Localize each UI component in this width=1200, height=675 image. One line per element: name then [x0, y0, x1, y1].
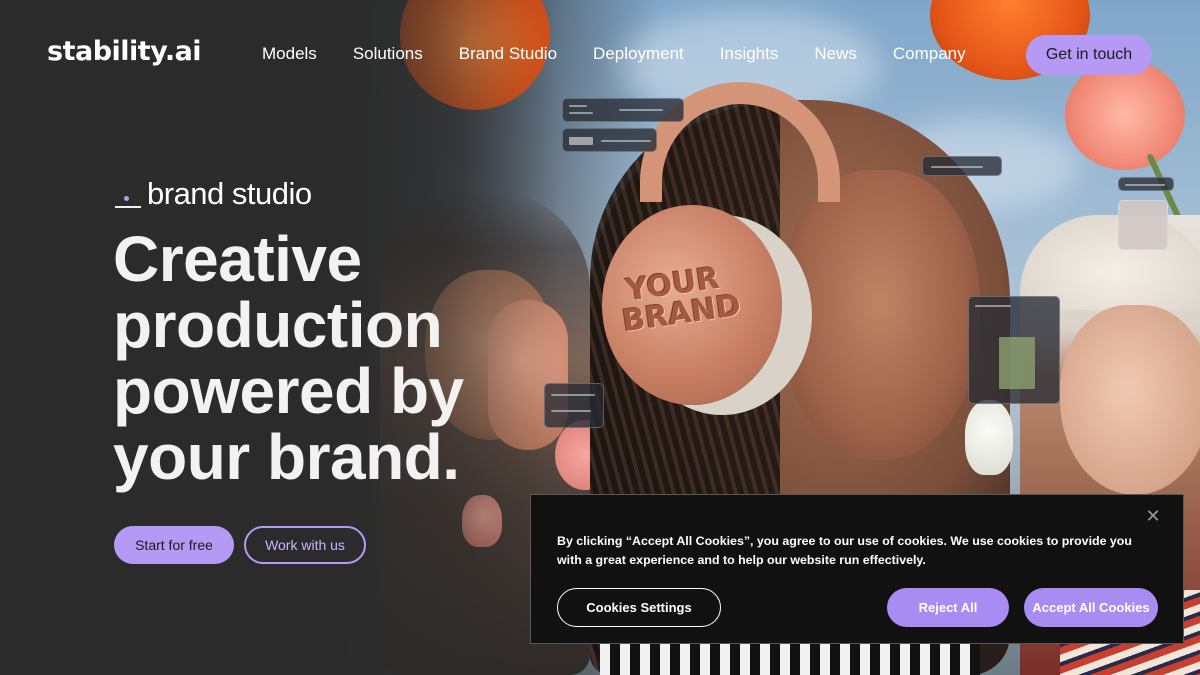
- nav-item-models[interactable]: Models: [262, 44, 317, 64]
- brand-studio-tag: brand studio: [115, 176, 312, 212]
- nav-item-insights[interactable]: Insights: [720, 44, 779, 64]
- stability-logo[interactable]: stability.ai: [47, 36, 202, 67]
- site-header: stability.ai Models Solutions Brand Stud…: [0, 0, 1200, 110]
- nav-item-news[interactable]: News: [814, 44, 857, 64]
- floating-ui-card: [922, 156, 1002, 176]
- nav-item-brand-studio[interactable]: Brand Studio: [459, 44, 557, 64]
- brand-studio-label: brand studio: [147, 176, 312, 211]
- person-face: [780, 170, 980, 460]
- card-text-line: [931, 166, 983, 168]
- card-text-line: [1125, 184, 1165, 186]
- main-nav: Models Solutions Brand Studio Deployment…: [262, 44, 1002, 64]
- cookies-settings-button[interactable]: Cookies Settings: [557, 588, 721, 627]
- nav-item-deployment[interactable]: Deployment: [593, 44, 684, 64]
- floating-ui-card: [968, 296, 1060, 404]
- card-text-line: [975, 305, 1011, 307]
- headphone-brand-text: YOUR BRAND: [616, 261, 743, 340]
- accept-all-cookies-button[interactable]: Accept All Cookies: [1024, 588, 1158, 627]
- cookie-message: By clicking “Accept All Cookies”, you ag…: [557, 534, 1132, 567]
- get-in-touch-button[interactable]: Get in touch: [1026, 35, 1152, 75]
- headline-line: production: [113, 289, 443, 361]
- floating-ui-thumbnail: [1118, 200, 1168, 250]
- reject-all-button[interactable]: Reject All: [887, 588, 1009, 627]
- card-thumbnail: [999, 337, 1035, 389]
- hero-headline: Creative production powered by your bran…: [113, 226, 543, 490]
- card-thumbnail: [569, 137, 593, 145]
- person-face: [1060, 305, 1200, 495]
- headline-line: Creative: [113, 223, 362, 295]
- headphone-cup: YOUR BRAND: [602, 205, 782, 405]
- headline-line: your brand.: [113, 421, 460, 493]
- flower-white: [965, 400, 1013, 475]
- card-text-line: [601, 140, 651, 142]
- card-text-line: [569, 112, 593, 114]
- work-with-us-button[interactable]: Work with us: [244, 526, 366, 564]
- floating-ui-card: [562, 128, 657, 152]
- cookie-banner: ✕ By clicking “Accept All Cookies”, you …: [530, 494, 1184, 644]
- nav-item-solutions[interactable]: Solutions: [353, 44, 423, 64]
- headline-line: powered by: [113, 355, 464, 427]
- nav-item-company[interactable]: Company: [893, 44, 966, 64]
- close-icon[interactable]: ✕: [1143, 506, 1163, 526]
- brand-studio-icon: [115, 182, 141, 212]
- floating-ui-card: [1118, 177, 1174, 191]
- striped-shirt: [600, 640, 980, 675]
- start-for-free-button[interactable]: Start for free: [114, 526, 234, 564]
